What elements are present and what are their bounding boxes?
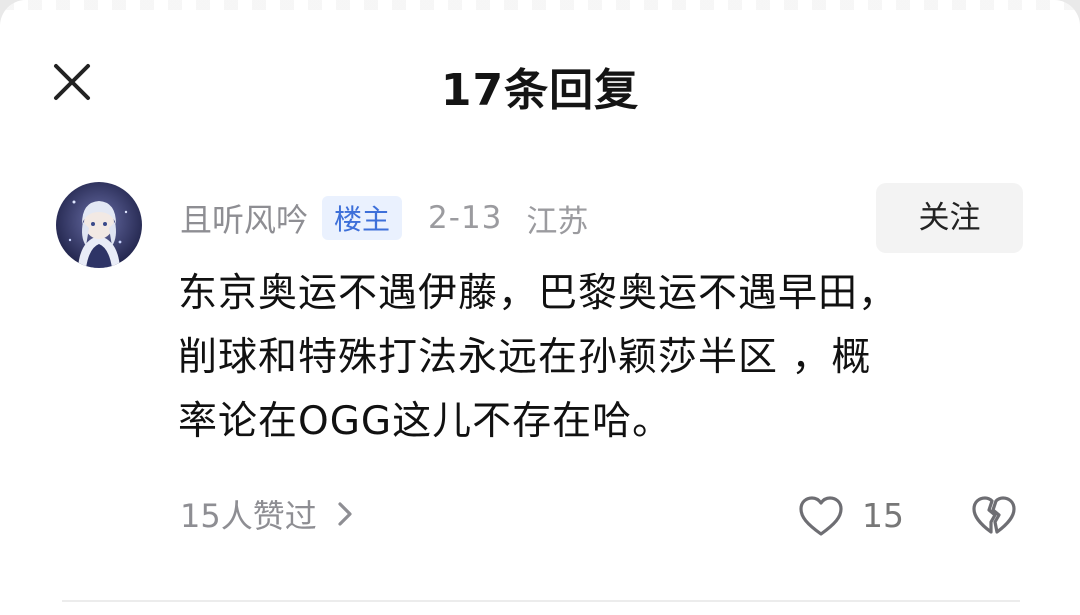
broken-heart-icon	[972, 496, 1016, 534]
comment-body: 东京奥运不遇伊藤，巴黎奥运不遇早田， 削球和特殊打法永远在孙颖莎半区 ，概 率论…	[178, 262, 1038, 454]
follow-button[interactable]: 关注	[876, 183, 1023, 253]
likes-count-text: 15人赞过	[180, 497, 317, 535]
top-edge-strip	[0, 0, 1080, 10]
comment-date: 2-13	[428, 200, 503, 236]
sheet-header: 17条回复	[0, 40, 1080, 126]
comment-meta: 且听风吟 楼主 2-13 江苏	[180, 195, 588, 241]
comment-location: 江苏	[526, 203, 589, 240]
like-count: 15	[862, 496, 904, 535]
reply-sheet: 17条回复 且听风吟 楼主 2-13 江苏 关注 东京奥运不遇伊藤，巴黎奥运不遇…	[0, 0, 1080, 615]
avatar[interactable]	[56, 182, 142, 268]
heart-outline-icon	[799, 496, 843, 536]
comment-line: 率论在OGG这儿不存在哈。	[178, 399, 673, 444]
username[interactable]: 且听风吟	[180, 195, 308, 241]
comment-line: 削球和特殊打法永远在孙颖莎半区 ，概	[178, 335, 872, 380]
page-title: 17条回复	[440, 65, 640, 116]
like-button[interactable]	[795, 490, 847, 542]
op-badge: 楼主	[322, 196, 403, 240]
comment-line: 东京奥运不遇伊藤，巴黎奥运不遇早田，	[178, 271, 899, 316]
chevron-right-icon	[338, 502, 352, 526]
dislike-button[interactable]	[968, 490, 1020, 542]
anime-girl-avatar	[56, 182, 142, 268]
likes-summary[interactable]: 15人赞过	[180, 490, 355, 538]
divider	[62, 600, 1020, 602]
